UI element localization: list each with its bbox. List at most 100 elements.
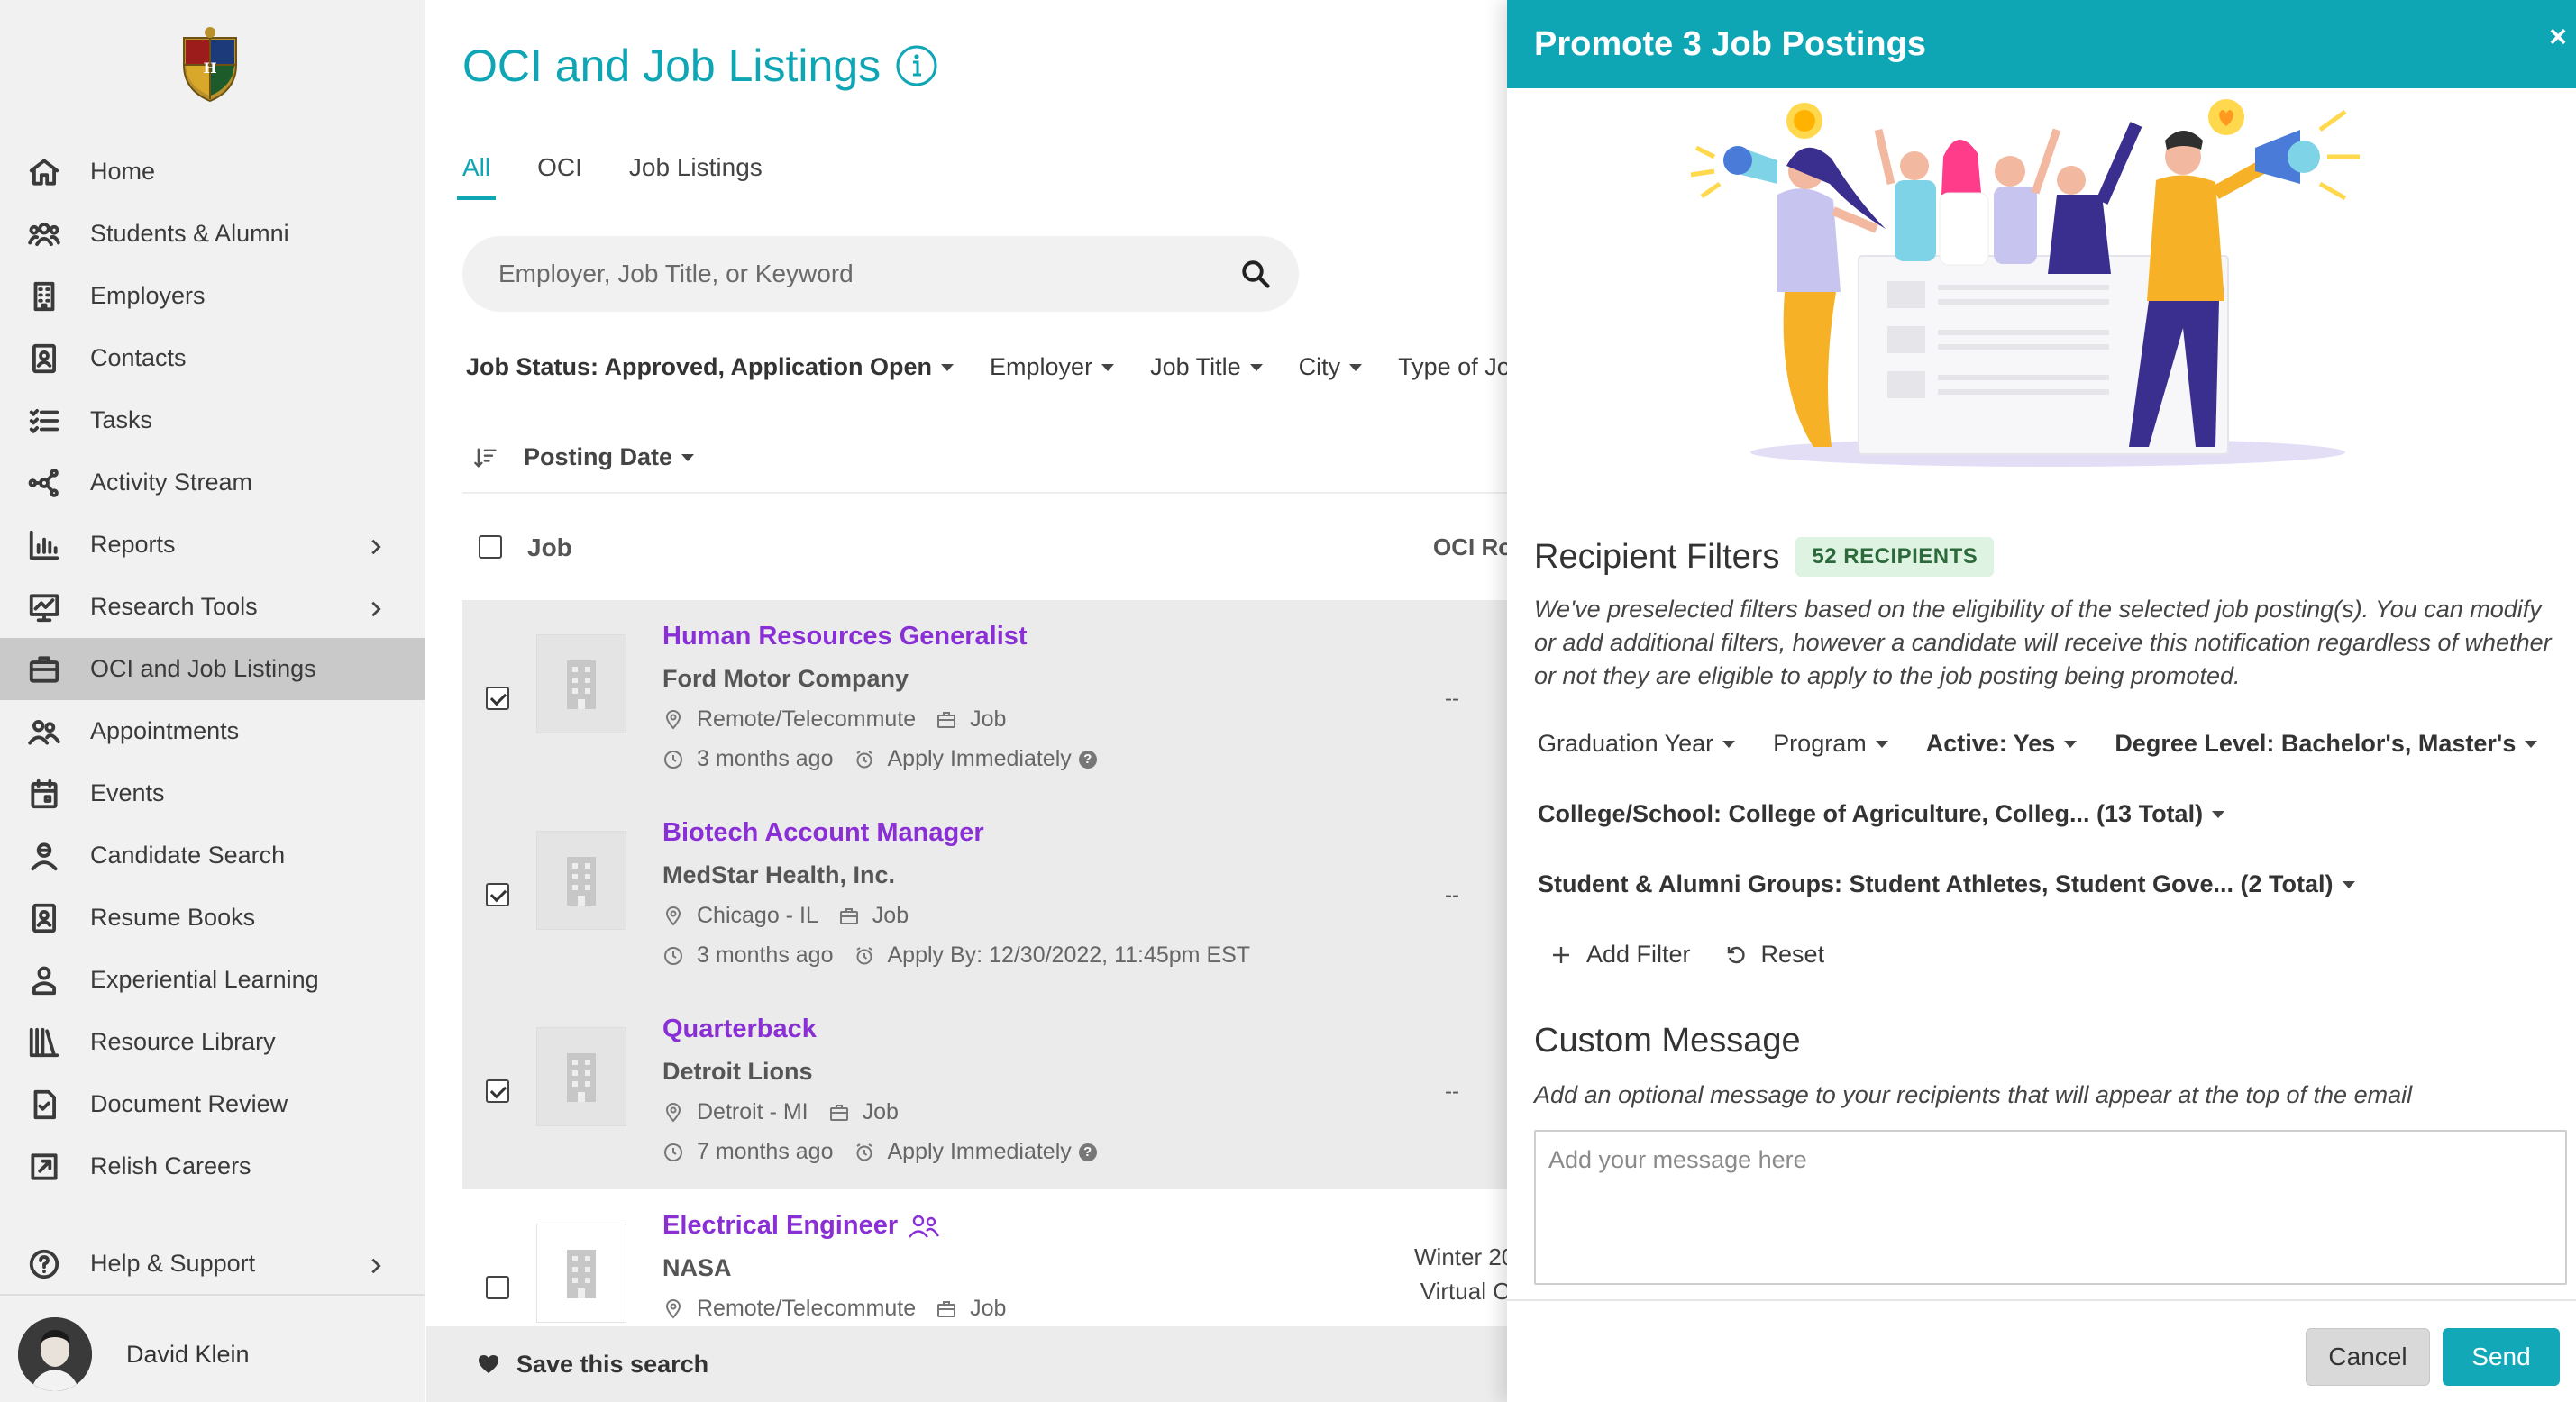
question-icon[interactable]: ? <box>1078 1143 1097 1161</box>
sidebar-item-document-review[interactable]: Document Review <box>0 1073 425 1135</box>
sidebar-item-relish-careers[interactable]: Relish Careers <box>0 1135 425 1197</box>
job-row[interactable]: Human Resources Generalist Ford Motor Co… <box>462 600 1508 797</box>
row-checkbox[interactable] <box>486 1276 509 1299</box>
filter-city[interactable]: City <box>1299 353 1363 381</box>
sidebar-item-resume-books[interactable]: Resume Books <box>0 887 425 949</box>
page-title-text: OCI and Job Listings <box>462 41 882 91</box>
save-search-button[interactable]: Save this search <box>426 1326 1508 1402</box>
job-title-link[interactable]: Electrical Engineer <box>662 1211 941 1241</box>
filter-job-title[interactable]: Job Title <box>1150 353 1263 381</box>
filter-student-alumni-groups[interactable]: Student & Alumni Groups: Student Athlete… <box>1538 870 2355 898</box>
job-title-link[interactable]: Biotech Account Manager <box>662 818 984 848</box>
column-header-job[interactable]: Job <box>527 533 572 562</box>
sidebar-item-appointments[interactable]: Appointments <box>0 700 425 762</box>
sidebar-item-contacts[interactable]: Contacts <box>0 327 425 389</box>
job-title-link[interactable]: Human Resources Generalist <box>662 622 1028 651</box>
filter-degree-level[interactable]: Degree Level: Bachelor's, Master's <box>2115 730 2538 758</box>
apply-deadline: Apply Immediately <box>887 746 1072 771</box>
sidebar-item-tasks[interactable]: Tasks <box>0 389 425 451</box>
job-row[interactable]: Quarterback Detroit Lions Detroit - MI J… <box>462 993 1508 1189</box>
question-icon[interactable]: ? <box>1078 750 1097 769</box>
sidebar-item-resource-library[interactable]: Resource Library <box>0 1011 425 1073</box>
briefcase-icon <box>937 711 956 728</box>
map-pin-icon <box>665 709 681 730</box>
promotion-illustration <box>1690 99 2360 467</box>
avatar[interactable] <box>18 1317 92 1391</box>
sidebar-item-experiential-learning[interactable]: Experiential Learning <box>0 949 425 1011</box>
filter-college-school[interactable]: College/School: College of Agriculture, … <box>1538 800 2225 828</box>
filter-active[interactable]: Active: Yes <box>1926 730 2078 758</box>
sidebar-item-label: Document Review <box>90 1090 288 1117</box>
building-icon <box>567 660 596 709</box>
page-title: OCI and Job Listings <box>462 40 938 92</box>
sidebar-item-research-tools[interactable]: Research Tools <box>0 576 425 638</box>
sidebar-item-label: Events <box>90 779 165 806</box>
close-icon[interactable]: × <box>2549 20 2567 55</box>
sidebar: H Home Students & Alumni Employers Conta… <box>0 0 425 1402</box>
sidebar-item-reports[interactable]: Reports <box>0 514 425 576</box>
job-row[interactable]: Biotech Account Manager MedStar Health, … <box>462 797 1508 993</box>
search-icon[interactable] <box>1239 258 1272 290</box>
add-filter-button[interactable]: Add Filter <box>1550 941 1691 969</box>
company-name: MedStar Health, Inc. <box>662 861 896 888</box>
row-checkbox[interactable] <box>486 687 509 710</box>
users-icon <box>25 215 63 253</box>
job-location: Remote/Telecommute <box>697 706 917 732</box>
tab-oci[interactable]: OCI <box>537 153 582 200</box>
posted-time: 3 months ago <box>697 746 834 771</box>
tab-job-listings[interactable]: Job Listings <box>629 153 763 200</box>
bar-chart-icon <box>25 526 63 564</box>
building-icon <box>567 857 596 906</box>
oci-round-value: -- <box>1445 883 1459 907</box>
chevron-right-icon[interactable] <box>366 1254 386 1274</box>
select-all-checkbox[interactable] <box>479 535 502 559</box>
filter-employer[interactable]: Employer <box>990 353 1115 381</box>
filter-job-status[interactable]: Job Status: Approved, Application Open <box>466 353 955 381</box>
custom-message-description: Add an optional message to your recipien… <box>1534 1081 2413 1108</box>
sidebar-item-help-support[interactable]: Help & Support <box>0 1233 425 1295</box>
filter-label: Employer <box>990 353 1093 380</box>
custom-message-textarea[interactable] <box>1534 1130 2567 1285</box>
job-title-link[interactable]: Quarterback <box>662 1015 817 1044</box>
sidebar-divider <box>0 1294 425 1296</box>
chevron-right-icon[interactable] <box>366 597 386 617</box>
filter-bar: Job Status: Approved, Application Open E… <box>466 353 1508 381</box>
recipient-filters-title: Recipient Filters <box>1534 537 1780 576</box>
column-header-oci-round[interactable]: OCI Round <box>1433 533 1508 561</box>
sidebar-item-home[interactable]: Home <box>0 141 425 203</box>
employer-logo-placeholder <box>536 831 626 930</box>
sidebar-item-candidate-search[interactable]: Candidate Search <box>0 824 425 887</box>
user-profile[interactable]: David Klein <box>18 1317 250 1391</box>
sidebar-item-activity-stream[interactable]: Activity Stream <box>0 451 425 514</box>
help-circle-icon <box>25 1245 63 1283</box>
contact-card-icon <box>25 340 63 378</box>
search-input[interactable]: Employer, Job Title, or Keyword <box>462 236 1299 312</box>
chevron-right-icon[interactable] <box>366 535 386 555</box>
job-location-row: Remote/Telecommute Job <box>662 1296 1006 1322</box>
reset-button[interactable]: Reset <box>1725 941 1824 969</box>
row-checkbox[interactable] <box>486 1079 509 1103</box>
recipient-count-badge: 52 RECIPIENTS <box>1795 537 1995 577</box>
sidebar-item-employers[interactable]: Employers <box>0 265 425 327</box>
row-checkbox[interactable] <box>486 883 509 906</box>
add-filter-label: Add Filter <box>1586 941 1691 968</box>
filter-label: Student & Alumni Groups: Student Athlete… <box>1538 870 2334 897</box>
sidebar-item-students-alumni[interactable]: Students & Alumni <box>0 203 425 265</box>
sidebar-item-events[interactable]: Events <box>0 762 425 824</box>
info-icon[interactable] <box>895 44 938 87</box>
sidebar-item-label: Resume Books <box>90 904 256 931</box>
tasks-icon <box>25 402 63 440</box>
apply-deadline: Apply Immediately <box>887 1139 1072 1164</box>
filter-graduation-year[interactable]: Graduation Year <box>1538 730 1736 758</box>
cancel-button[interactable]: Cancel <box>2306 1328 2430 1386</box>
filter-program[interactable]: Program <box>1773 730 1888 758</box>
send-button[interactable]: Send <box>2443 1328 2560 1386</box>
filter-type-of-job[interactable]: Type of Job <box>1398 353 1508 381</box>
sidebar-item-oci-job-listings[interactable]: OCI and Job Listings <box>0 638 425 700</box>
sort-label: Posting Date <box>524 443 673 470</box>
tab-all[interactable]: All <box>456 153 497 200</box>
caret-down-icon <box>2525 740 2538 748</box>
sort-icon <box>474 448 497 468</box>
sort-control[interactable]: Posting Date <box>473 443 695 471</box>
school-crest-logo[interactable]: H <box>177 25 243 103</box>
